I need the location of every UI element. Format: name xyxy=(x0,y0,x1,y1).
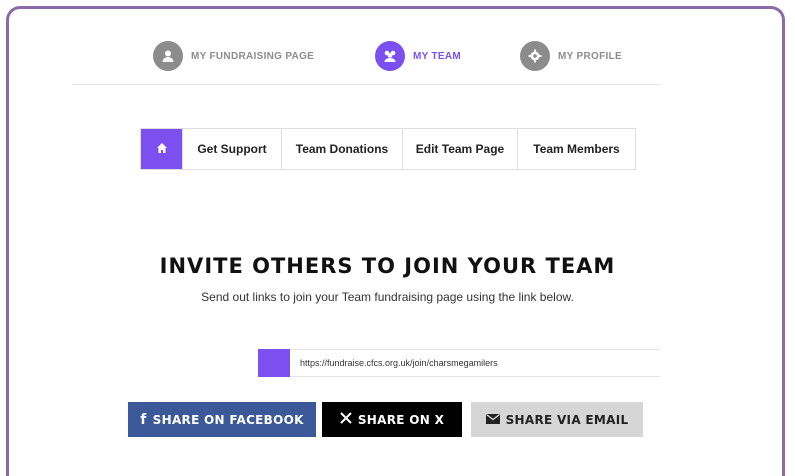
home-icon xyxy=(156,142,168,157)
gear-icon xyxy=(520,41,550,71)
nav-divider xyxy=(72,84,660,85)
invite-link-field[interactable] xyxy=(290,349,660,377)
share-facebook-button[interactable]: f SHARE ON FACEBOOK xyxy=(128,402,316,437)
account-nav: MY FUNDRAISING PAGE MY TEAM MY PROFILE xyxy=(0,40,795,72)
x-icon xyxy=(340,411,352,428)
nav-label: MY FUNDRAISING PAGE xyxy=(191,50,315,62)
tab-team-donations[interactable]: Team Donations xyxy=(282,129,403,169)
invite-subtitle: Send out links to join your Team fundrai… xyxy=(201,290,574,304)
tab-home[interactable] xyxy=(141,129,183,169)
invite-link-row xyxy=(258,349,660,377)
envelope-icon xyxy=(485,412,500,428)
tab-get-support[interactable]: Get Support xyxy=(183,129,282,169)
share-x-button[interactable]: SHARE ON X xyxy=(322,402,462,437)
share-email-label: SHARE VIA EMAIL xyxy=(505,412,629,427)
nav-label: MY TEAM xyxy=(413,50,462,62)
invite-title: INVITE OTHERS TO JOIN YOUR TEAM xyxy=(159,254,616,278)
nav-my-fundraising-page[interactable]: MY FUNDRAISING PAGE xyxy=(153,40,314,72)
team-icon xyxy=(375,41,405,71)
share-x-label: SHARE ON X xyxy=(357,412,445,427)
nav-label: MY PROFILE xyxy=(558,50,622,62)
team-tab-bar: Get Support Team Donations Edit Team Pag… xyxy=(140,128,636,170)
share-email-button[interactable]: SHARE VIA EMAIL xyxy=(471,402,643,437)
tab-edit-team-page[interactable]: Edit Team Page xyxy=(403,129,518,169)
tab-team-members[interactable]: Team Members xyxy=(518,129,635,169)
user-icon xyxy=(153,41,183,71)
nav-my-profile[interactable]: MY PROFILE xyxy=(520,40,622,72)
facebook-icon: f xyxy=(140,411,147,428)
nav-my-team[interactable]: MY TEAM xyxy=(375,40,461,72)
copy-link-button[interactable] xyxy=(258,349,290,377)
share-facebook-label: SHARE ON FACEBOOK xyxy=(152,412,304,427)
